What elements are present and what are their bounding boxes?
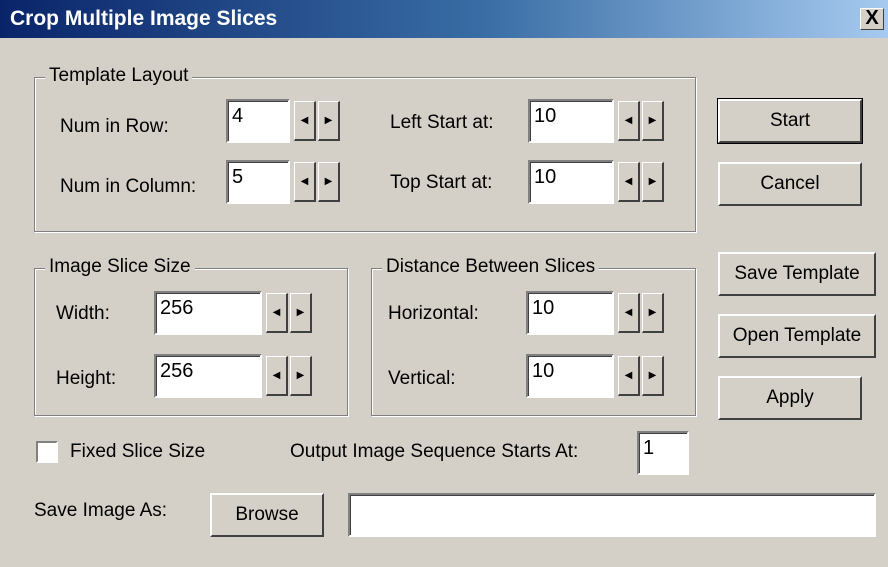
open-template-button[interactable]: Open Template xyxy=(718,314,876,358)
left-start-increment-icon[interactable]: ▶ xyxy=(642,101,664,141)
left-start-label: Left Start at: xyxy=(390,112,494,133)
cancel-button[interactable]: Cancel xyxy=(718,162,862,206)
num-in-row-label: Num in Row: xyxy=(60,116,169,137)
height-increment-icon[interactable]: ▶ xyxy=(290,356,312,396)
width-decrement-icon[interactable]: ◀ xyxy=(266,293,288,333)
save-image-as-label: Save Image As: xyxy=(34,500,168,521)
close-icon[interactable]: X xyxy=(860,8,884,30)
top-start-label: Top Start at: xyxy=(390,172,493,193)
template-layout-title: Template Layout xyxy=(45,65,193,87)
num-in-column-decrement-icon[interactable]: ◀ xyxy=(294,162,316,202)
height-decrement-icon[interactable]: ◀ xyxy=(266,356,288,396)
horizontal-field[interactable]: 10 xyxy=(526,291,614,335)
save-template-button[interactable]: Save Template xyxy=(718,252,876,296)
height-field[interactable]: 256 xyxy=(154,354,262,398)
image-slice-size-title: Image Slice Size xyxy=(45,256,195,278)
vertical-increment-icon[interactable]: ▶ xyxy=(642,356,664,396)
fixed-slice-size-label: Fixed Slice Size xyxy=(70,441,206,462)
sequence-start-field[interactable]: 1 xyxy=(637,431,689,475)
vertical-decrement-icon[interactable]: ◀ xyxy=(618,356,640,396)
num-in-column-label: Num in Column: xyxy=(60,176,197,197)
fixed-slice-size-checkbox[interactable] xyxy=(36,441,58,463)
distance-between-slices-title: Distance Between Slices xyxy=(382,256,600,278)
apply-button[interactable]: Apply xyxy=(718,376,862,420)
horizontal-decrement-icon[interactable]: ◀ xyxy=(618,293,640,333)
sequence-start-label: Output Image Sequence Starts At: xyxy=(290,441,579,462)
width-increment-icon[interactable]: ▶ xyxy=(290,293,312,333)
browse-button[interactable]: Browse xyxy=(210,493,324,537)
num-in-column-field[interactable]: 5 xyxy=(226,160,290,204)
top-start-decrement-icon[interactable]: ◀ xyxy=(618,162,640,202)
left-start-field[interactable]: 10 xyxy=(528,99,614,143)
start-button[interactable]: Start xyxy=(717,98,863,144)
top-start-increment-icon[interactable]: ▶ xyxy=(642,162,664,202)
width-field[interactable]: 256 xyxy=(154,291,262,335)
height-label: Height: xyxy=(56,368,117,389)
horizontal-label: Horizontal: xyxy=(388,303,479,324)
width-label: Width: xyxy=(56,303,110,324)
num-in-row-decrement-icon[interactable]: ◀ xyxy=(294,101,316,141)
title-bar: Crop Multiple Image Slices X xyxy=(0,0,888,38)
horizontal-increment-icon[interactable]: ▶ xyxy=(642,293,664,333)
vertical-field[interactable]: 10 xyxy=(526,354,614,398)
num-in-row-field[interactable]: 4 xyxy=(226,99,290,143)
vertical-label: Vertical: xyxy=(388,368,456,389)
left-start-decrement-icon[interactable]: ◀ xyxy=(618,101,640,141)
num-in-row-increment-icon[interactable]: ▶ xyxy=(318,101,340,141)
save-path-field[interactable] xyxy=(348,493,876,537)
num-in-column-increment-icon[interactable]: ▶ xyxy=(318,162,340,202)
window-title: Crop Multiple Image Slices xyxy=(10,7,278,30)
top-start-field[interactable]: 10 xyxy=(528,160,614,204)
